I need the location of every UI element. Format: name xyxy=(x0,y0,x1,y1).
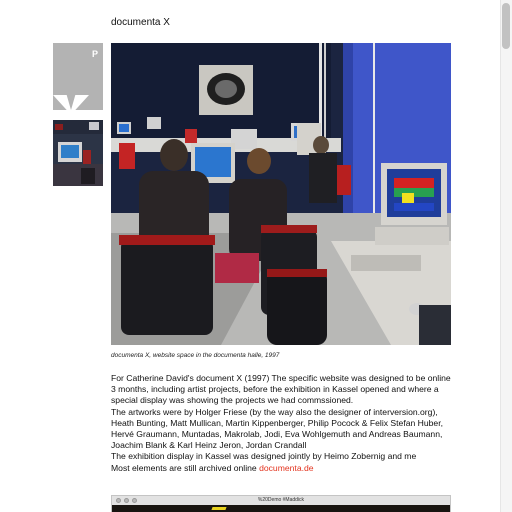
article-body: For Catherine David's document X (1997) … xyxy=(111,373,456,474)
documenta-halle-photo xyxy=(111,43,451,345)
article-paragraph-archive: Most elements are still archived online … xyxy=(111,463,456,474)
archive-note: Most elements are still archived online xyxy=(111,462,260,473)
demo-window-title: %20Demo #Maddick xyxy=(257,497,305,503)
documenta-logo-thumbnail[interactable]: P xyxy=(53,43,103,110)
documenta-link[interactable]: documenta.de xyxy=(259,463,313,473)
page-title: documenta X xyxy=(111,17,170,28)
photo-caption: documenta X, website space in the docume… xyxy=(111,352,280,359)
computer-lab-photo-illustration xyxy=(111,43,451,345)
page-scrollbar[interactable] xyxy=(500,0,512,512)
logo-v-mark xyxy=(53,95,89,110)
scrollbar-thumb[interactable] xyxy=(502,3,510,49)
demo-window-content xyxy=(112,505,450,512)
demo-graphic xyxy=(211,507,227,510)
article-paragraph: The exhibition display in Kassel was des… xyxy=(111,451,417,462)
article-paragraph: The artworks were by Holger Friese (by t… xyxy=(111,406,443,451)
logo-letter: P xyxy=(91,49,98,59)
article-paragraph: For Catherine David's document X (1997) … xyxy=(111,373,451,406)
demo-window: %20Demo #Maddick xyxy=(111,495,451,512)
computer-room-thumbnail-image xyxy=(53,120,103,186)
computer-room-thumbnail[interactable] xyxy=(53,120,103,186)
